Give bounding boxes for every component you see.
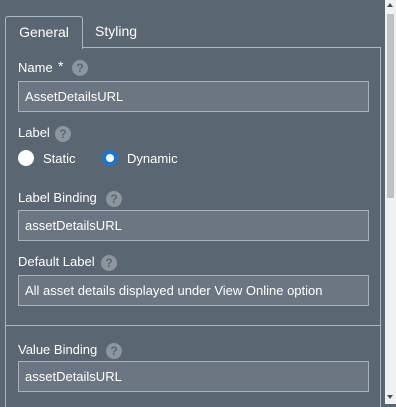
scroll-up-arrow-icon[interactable] [387, 3, 393, 7]
general-tab-content: Name * ? AssetDetailsURL Label ? Static … [5, 47, 381, 407]
label-binding-field[interactable]: assetDetailsURL [18, 210, 369, 241]
label-help-icon[interactable]: ? [55, 126, 71, 142]
value-binding-label: Value Binding [18, 342, 98, 357]
default-label-help-icon[interactable]: ? [101, 255, 117, 271]
scroll-down-arrow-icon[interactable] [387, 395, 393, 399]
tab-general[interactable]: General [5, 16, 83, 49]
radio-dynamic-label: Dynamic [127, 151, 178, 166]
tab-bar: General Styling [5, 16, 381, 49]
radio-static-label: Static [43, 151, 76, 166]
value-binding-help-icon[interactable]: ? [106, 343, 122, 359]
label-binding-help-icon[interactable]: ? [106, 191, 122, 207]
panel-top-spacer [0, 0, 385, 16]
name-field[interactable]: AssetDetailsURL [18, 81, 369, 112]
name-help-icon[interactable]: ? [72, 60, 88, 76]
radio-dynamic-circle[interactable] [102, 150, 118, 166]
tab-styling[interactable]: Styling [95, 16, 155, 48]
scroll-thumb[interactable] [387, 14, 394, 198]
default-label-field[interactable]: All asset details displayed under View O… [18, 275, 369, 306]
vertical-scrollbar[interactable] [385, 0, 396, 404]
value-binding-field[interactable]: assetDetailsURL [18, 361, 369, 392]
label-label: Label [18, 125, 50, 140]
default-label-label: Default Label [18, 254, 95, 269]
radio-static-circle[interactable] [18, 150, 34, 166]
properties-panel: General Styling Name * ? AssetDetailsURL… [0, 0, 385, 407]
required-asterisk: * [58, 58, 64, 74]
section-divider [6, 325, 380, 326]
label-binding-label: Label Binding [18, 190, 97, 205]
name-label: Name [18, 60, 53, 75]
